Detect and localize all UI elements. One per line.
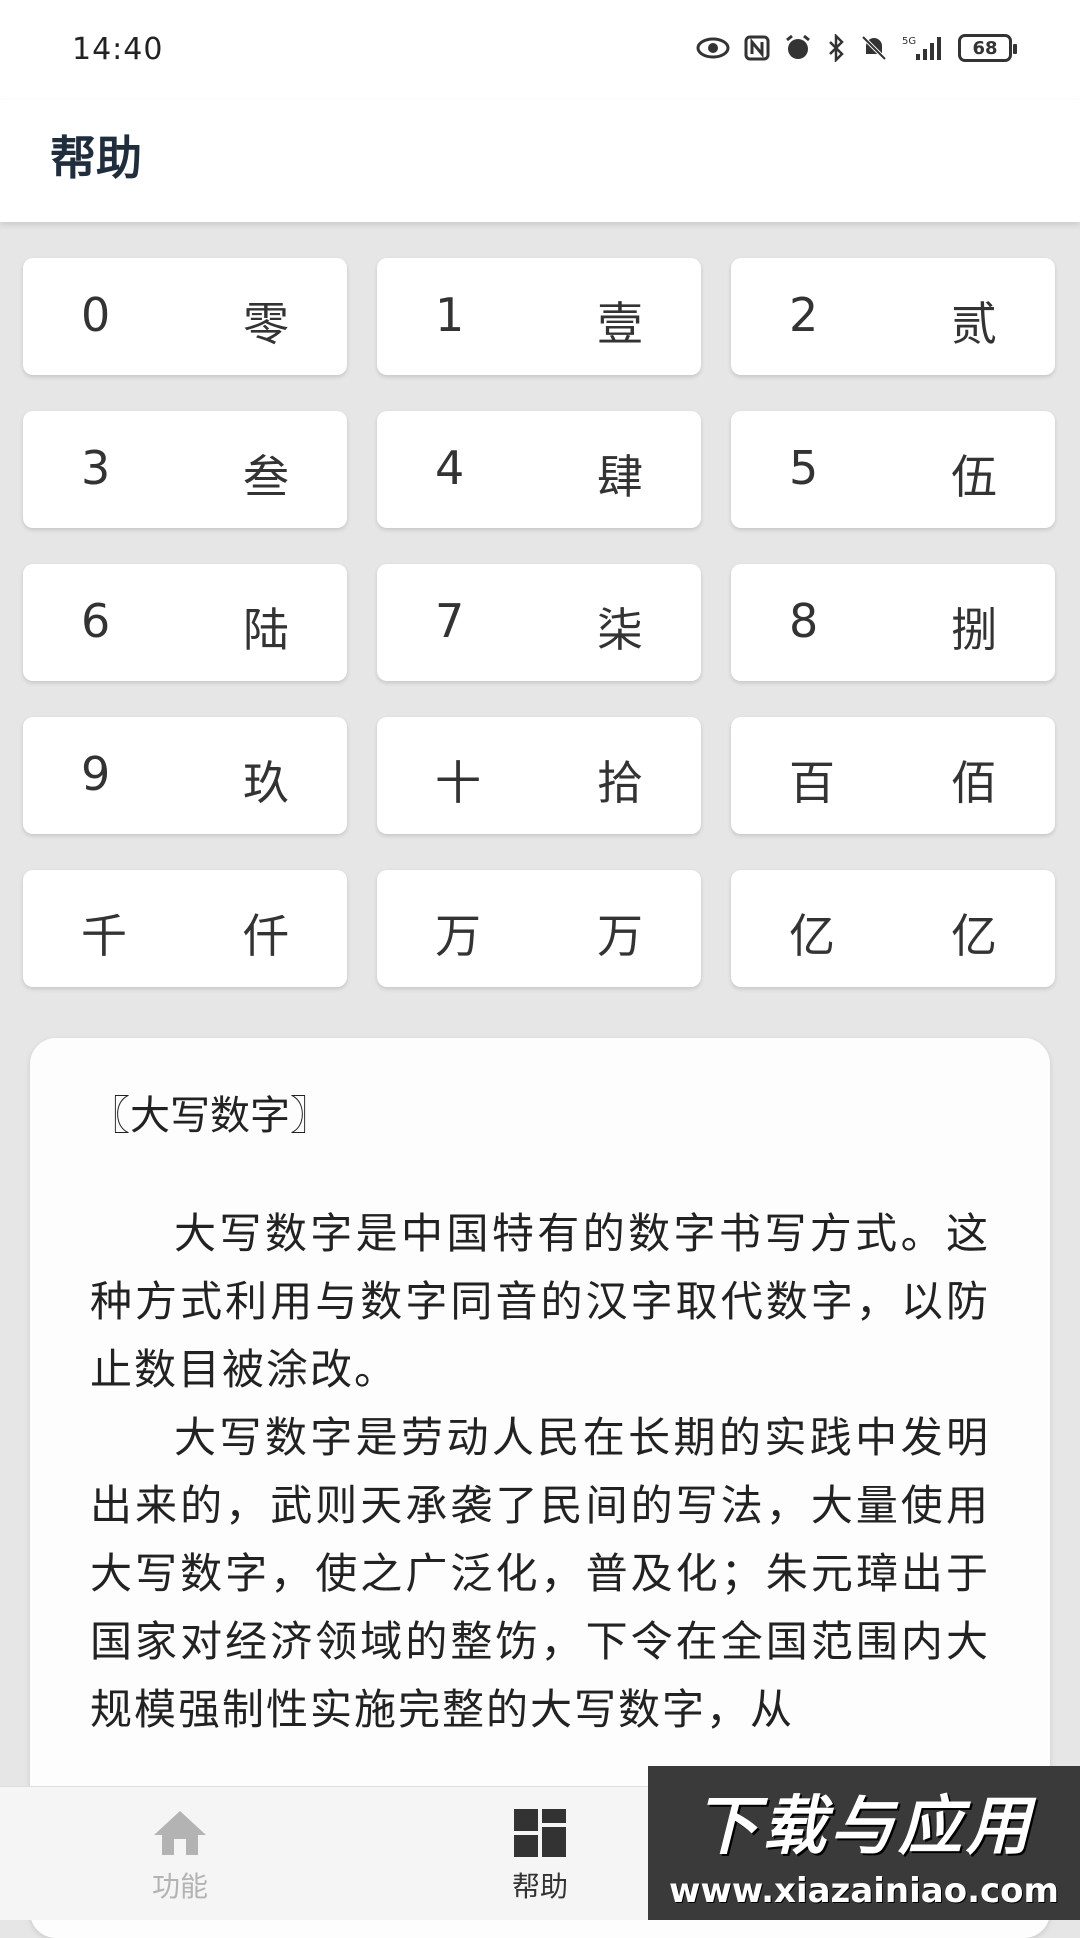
- numeral-digit: 7: [435, 594, 465, 648]
- article-paragraph: 大写数字是劳动人民在长期的实践中发明出来的，武则天承袭了民间的写法，大量使用大写…: [90, 1413, 990, 1734]
- svg-text:5G: 5G: [902, 36, 916, 47]
- numeral-grid: 0零 1壹 2贰 3叁 4肆 5伍 6陆 7柒 8捌 9玖 十拾 百佰 千仟 万…: [23, 258, 1057, 987]
- numeral-digit: 6: [81, 594, 111, 648]
- numeral-digit: 1: [435, 288, 465, 342]
- numeral-upper: 贰: [951, 297, 997, 351]
- app-bar: 帮助: [0, 100, 1080, 222]
- numeral-upper: 零: [243, 297, 289, 351]
- bluetooth-icon: [829, 34, 844, 62]
- numeral-card[interactable]: 百佰: [731, 717, 1055, 834]
- numeral-digit: 2: [789, 288, 819, 342]
- numeral-card[interactable]: 2贰: [731, 258, 1055, 375]
- nav-item-functions[interactable]: 功能: [80, 1807, 280, 1905]
- battery-icon: 68: [958, 34, 1017, 62]
- numeral-card[interactable]: 十拾: [377, 717, 701, 834]
- numeral-card[interactable]: 9玖: [23, 717, 347, 834]
- numeral-upper: 柒: [597, 603, 643, 657]
- numeral-card[interactable]: 5伍: [731, 411, 1055, 528]
- numeral-digit: 3: [81, 441, 111, 495]
- numeral-digit: 千: [81, 909, 127, 963]
- status-time: 14:40: [72, 32, 164, 67]
- nav-item-help[interactable]: 帮助: [440, 1807, 640, 1905]
- status-icons: 5G 68: [696, 34, 1017, 62]
- numeral-upper: 拾: [597, 756, 643, 810]
- nav-label-functions: 功能: [151, 1870, 208, 1903]
- numeral-card[interactable]: 0零: [23, 258, 347, 375]
- watermark-url: www.xiazainiao.com: [669, 1871, 1059, 1911]
- numeral-digit: 4: [435, 441, 465, 495]
- numeral-upper: 肆: [597, 450, 643, 504]
- eye-icon: [696, 37, 730, 59]
- numeral-upper: 叁: [243, 450, 289, 504]
- numeral-card[interactable]: 7柒: [377, 564, 701, 681]
- numeral-card[interactable]: 6陆: [23, 564, 347, 681]
- numeral-digit: 9: [81, 747, 111, 801]
- numeral-card[interactable]: 万万: [377, 870, 701, 987]
- numeral-digit: 亿: [789, 909, 835, 963]
- nfc-icon: [744, 35, 770, 61]
- alarm-icon: [786, 34, 810, 59]
- dashboard-icon: [514, 1809, 566, 1857]
- home-icon: [154, 1811, 206, 1855]
- numeral-digit: 百: [789, 756, 835, 810]
- numeral-digit: 8: [789, 594, 819, 648]
- numeral-upper: 玖: [243, 756, 289, 810]
- article-title: 〖大写数字〗: [90, 1093, 330, 1139]
- numeral-upper: 壹: [597, 297, 643, 351]
- article-content: 〖大写数字〗 大写数字是中国特有的数字书写方式。这种方式利用与数字同音的汉字取代…: [30, 1038, 1050, 1744]
- numeral-digit: 万: [435, 909, 481, 963]
- mute-icon: [861, 35, 887, 61]
- numeral-upper: 亿: [951, 909, 997, 963]
- numeral-upper: 陆: [243, 603, 289, 657]
- numeral-upper: 万: [597, 909, 643, 963]
- watermark-title: 下载与应用: [694, 1790, 1034, 1864]
- numeral-upper: 佰: [951, 756, 997, 810]
- numeral-upper: 伍: [951, 450, 997, 504]
- page-title: 帮助: [50, 131, 142, 185]
- nav-label-help: 帮助: [511, 1870, 568, 1903]
- numeral-card[interactable]: 千仟: [23, 870, 347, 987]
- watermark: 下载与应用 www.xiazainiao.com: [648, 1766, 1080, 1920]
- numeral-upper: 仟: [243, 909, 289, 963]
- numeral-card[interactable]: 1壹: [377, 258, 701, 375]
- numeral-digit: 5: [789, 441, 819, 495]
- numeral-card[interactable]: 3叁: [23, 411, 347, 528]
- numeral-digit: 十: [435, 756, 481, 810]
- signal-5g-icon: 5G: [902, 36, 941, 60]
- numeral-upper: 捌: [951, 603, 997, 657]
- numeral-card[interactable]: 4肆: [377, 411, 701, 528]
- numeral-card[interactable]: 亿亿: [731, 870, 1055, 987]
- article-paragraph: 大写数字是中国特有的数字书写方式。这种方式利用与数字同音的汉字取代数字，以防止数…: [90, 1209, 990, 1394]
- numeral-card[interactable]: 8捌: [731, 564, 1055, 681]
- numeral-digit: 0: [81, 288, 111, 342]
- status-bar: 14:40 5G 68: [0, 0, 1080, 100]
